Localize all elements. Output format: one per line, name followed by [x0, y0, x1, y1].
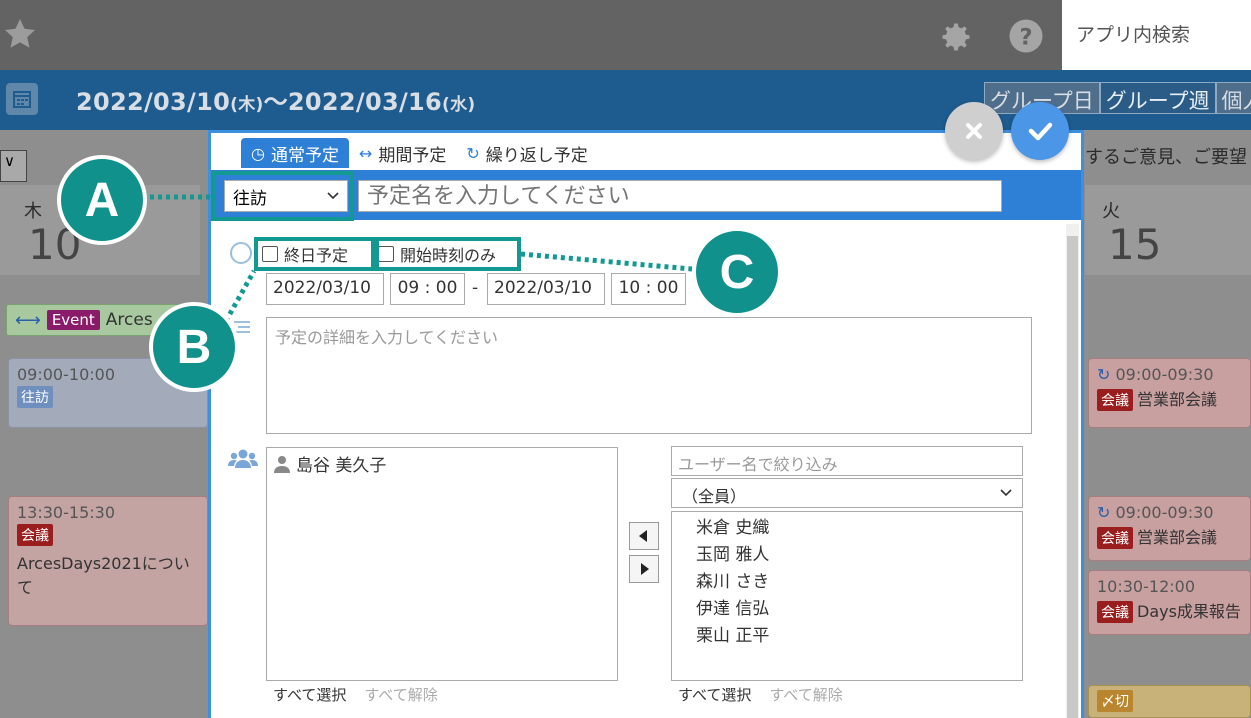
move-right-button[interactable] — [629, 555, 659, 583]
card-tag: 往訪 — [17, 386, 53, 408]
calendar-filter-select[interactable]: ∨ — [0, 150, 27, 182]
person-icon — [274, 455, 290, 473]
select-all-link[interactable]: すべて選択 — [273, 684, 346, 705]
tab-label: 通常予定 — [270, 145, 339, 166]
schedule-type-tabs: ◷ 通常予定 ↔ 期間予定 ↻ 繰り返し予定 — [241, 138, 598, 168]
date-range-title: 2022/03/10(木)～2022/03/16(水) — [76, 82, 475, 117]
user-list[interactable]: 米倉 史織 玉岡 雅人 森川 さき 伊達 信弘 栗山 正平 — [671, 511, 1023, 681]
group-select[interactable]: （全員） — [671, 478, 1023, 508]
card-tag: 会議 — [1097, 527, 1133, 549]
view-personal-button[interactable]: 個人 — [1215, 82, 1251, 114]
caret-right-icon — [641, 563, 649, 575]
notice-text: するご意見、ご要望 — [1085, 147, 1247, 168]
highlight-c — [375, 237, 521, 271]
user-list-item[interactable]: 玉岡 雅人 — [696, 542, 1022, 569]
tab-period[interactable]: ↔ 期間予定 — [349, 138, 456, 168]
card-time: ↻ 09:00-09:30 — [1097, 365, 1242, 384]
card-time: ↻ 09:00-09:30 — [1097, 503, 1242, 522]
card-tag: 会議 — [1097, 601, 1133, 623]
schedule-card[interactable]: ↻ 09:00-09:30 会議 営業部会議 — [1088, 496, 1251, 561]
clock-icon: ◷ — [251, 143, 265, 163]
callout-badge-b: B — [149, 302, 239, 392]
participant-list[interactable] — [266, 447, 618, 681]
schedule-card[interactable]: ↻ 09:00-09:30 会議 営業部会議 — [1088, 358, 1251, 428]
event-tag: Event — [46, 310, 100, 330]
double-arrow-icon: ↔ — [358, 143, 373, 163]
card-tag: 会議 — [17, 524, 53, 546]
double-arrow-icon: ⟷ — [15, 309, 41, 331]
highlight-a — [211, 171, 354, 221]
card-tag: 〆切 — [1097, 690, 1133, 712]
start-date-field[interactable]: 2022/03/10 — [266, 273, 384, 305]
card-title: Days成果報告 — [1137, 602, 1241, 621]
day-number: 15 — [1108, 220, 1162, 269]
scrollbar-thumb[interactable] — [1067, 236, 1078, 718]
highlight-b — [254, 237, 375, 271]
group-select-value: （全員） — [682, 487, 747, 506]
date-end: 2022/03/16 — [287, 88, 443, 116]
card-tag: 会議 — [1097, 389, 1133, 411]
callout-badge-a: A — [57, 155, 147, 245]
user-select-actions: すべて選択 すべて解除 — [678, 684, 843, 705]
user-list-item[interactable]: 栗山 正平 — [696, 623, 1022, 650]
star-icon[interactable] — [2, 16, 38, 52]
date-start: 2022/03/10 — [76, 88, 231, 116]
card-title: ArcesDays2021について — [17, 554, 190, 597]
repeat-icon: ↻ — [1097, 365, 1111, 384]
date-start-dow: (木) — [230, 95, 264, 115]
close-button[interactable] — [945, 102, 1003, 160]
clock-icon — [230, 242, 252, 264]
view-group-week-button[interactable]: グループ週 — [1099, 82, 1216, 114]
close-icon — [966, 123, 982, 139]
deselect-all-link[interactable]: すべて解除 — [364, 684, 437, 705]
schedule-title-input[interactable] — [358, 180, 1002, 212]
select-all-link[interactable]: すべて選択 — [678, 684, 751, 705]
repeat-icon: ↻ — [1097, 503, 1111, 522]
gear-icon[interactable] — [938, 19, 974, 55]
date-range-dash: - — [472, 278, 479, 298]
card-time-text: 09:00-09:30 — [1115, 365, 1214, 384]
start-time-field[interactable]: 09 : 00 — [390, 273, 465, 305]
chevron-down-icon — [1000, 489, 1012, 497]
date-end-dow: (水) — [442, 95, 476, 115]
user-list-item[interactable]: 伊達 信弘 — [696, 596, 1022, 623]
repeat-icon: ↻ — [466, 143, 480, 163]
event-title: Arces — [105, 310, 153, 330]
participant-select-actions: すべて選択 すべて解除 — [273, 684, 438, 705]
user-list-item[interactable]: 米倉 史織 — [696, 515, 1022, 542]
callout-badge-c: C — [692, 227, 782, 317]
end-date-field[interactable]: 2022/03/10 — [487, 273, 605, 305]
participant-name: 島谷 美久子 — [296, 456, 387, 476]
help-icon[interactable]: ? — [1008, 18, 1044, 54]
schedule-card[interactable]: 〆切 — [1088, 685, 1251, 718]
participant-item[interactable]: 島谷 美久子 — [274, 451, 386, 476]
calendar-icon[interactable] — [6, 83, 38, 115]
user-list-item[interactable]: 森川 さき — [696, 569, 1022, 596]
detail-textarea[interactable]: 予定の詳細を入力してください — [266, 317, 1032, 434]
schedule-card[interactable]: 13:30-15:30 会議 ArcesDays2021について — [8, 496, 208, 626]
end-time-field[interactable]: 10 : 00 — [611, 273, 686, 305]
deselect-all-link[interactable]: すべて解除 — [769, 684, 842, 705]
chevron-down-icon: ∨ — [4, 152, 15, 170]
caret-left-icon — [639, 530, 647, 542]
schedule-card[interactable]: 10:30-12:00 会議 Days成果報告 — [1088, 570, 1251, 635]
users-icon — [228, 449, 258, 468]
card-time: 13:30-15:30 — [17, 503, 115, 522]
user-filter-input[interactable]: ユーザー名で絞り込み — [671, 446, 1023, 476]
tab-label: 期間予定 — [378, 145, 447, 166]
tab-repeat[interactable]: ↻ 繰り返し予定 — [456, 138, 597, 168]
card-time: 10:30-12:00 — [1097, 577, 1195, 596]
confirm-button[interactable] — [1011, 102, 1069, 160]
svg-text:?: ? — [1019, 24, 1032, 50]
check-icon — [1028, 122, 1053, 141]
tab-label: 繰り返し予定 — [485, 145, 588, 166]
card-title: 営業部会議 — [1137, 528, 1218, 547]
app-search-input[interactable]: アプリ内検索 — [1062, 0, 1251, 70]
card-title: 営業部会議 — [1137, 390, 1218, 409]
date-separator: ～ — [263, 88, 288, 116]
card-time-text: 09:00-09:30 — [1115, 503, 1214, 522]
move-left-button[interactable] — [629, 522, 659, 550]
tab-normal[interactable]: ◷ 通常予定 — [241, 138, 349, 168]
